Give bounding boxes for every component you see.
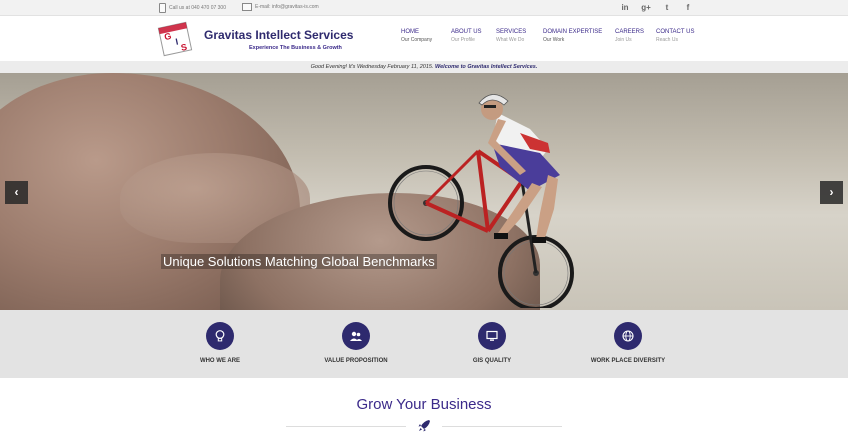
email-icon — [242, 3, 252, 11]
nav-home-sub: Our Company — [401, 37, 433, 43]
feature-label: VALUE PROPOSITION — [324, 358, 388, 364]
feature-label: GIS QUALITY — [472, 358, 512, 364]
nav-careers-sub: Join Us — [615, 37, 632, 43]
linkedin-icon[interactable]: in — [619, 2, 631, 13]
slider-next-button[interactable]: › — [820, 181, 843, 204]
feature-who-we-are[interactable]: WHO WE ARE — [165, 322, 275, 364]
nav-domain-expertise-sub: Our Work — [543, 37, 565, 43]
lightbulb-icon — [206, 322, 234, 350]
nav-home-label: HOME — [401, 29, 419, 35]
nav-contact-label: CONTACT US — [656, 29, 695, 35]
brand-name[interactable]: Gravitas Intellect Services — [204, 28, 353, 42]
greeting-text: Good Evening! It's Wednesday February 11… — [310, 64, 434, 70]
site-header: G I S Gravitas Intellect Services Experi… — [0, 16, 848, 61]
feature-gis-quality[interactable]: GIS QUALITY — [437, 322, 547, 364]
nav-services-sub: What We Do — [496, 37, 525, 43]
cyclist-image — [388, 94, 574, 308]
top-bar: Call us at 040 470 07 300 E-mail: info@g… — [0, 0, 848, 16]
nav-about-label: ABOUT US — [451, 29, 482, 35]
hero-caption: Unique Solutions Matching Global Benchma… — [161, 254, 437, 269]
divider — [442, 426, 562, 427]
feature-value-proposition[interactable]: VALUE PROPOSITION — [301, 322, 411, 364]
nav-services-label: SERVICES — [496, 29, 527, 35]
hero-slider: Unique Solutions Matching Global Benchma… — [0, 73, 848, 310]
nav-about-sub: Our Profile — [451, 37, 475, 43]
nav-home[interactable]: HOME Our Company — [401, 29, 432, 43]
rocket-icon — [418, 420, 430, 432]
nav-domain-expertise[interactable]: DOMAIN EXPERTISE Our Work — [543, 29, 602, 43]
twitter-icon[interactable]: t — [661, 2, 673, 13]
users-icon — [342, 322, 370, 350]
facebook-icon[interactable]: f — [682, 2, 694, 13]
phone-label: Call us at 040 470 07 300 — [169, 5, 226, 11]
googleplus-icon[interactable]: g+ — [640, 2, 652, 13]
feature-label: WHO WE ARE — [199, 358, 241, 364]
slider-prev-button[interactable]: ‹ — [5, 181, 28, 204]
features-strip: WHO WE ARE VALUE PROPOSITION GIS QUALITY… — [0, 310, 848, 378]
welcome-text: Welcome to Gravitas Intellect Services. — [435, 64, 538, 70]
nav-domain-expertise-label: DOMAIN EXPERTISE — [543, 29, 603, 35]
feature-work-place-diversity[interactable]: WORK PLACE DIVERSITY — [573, 322, 683, 364]
email-contact[interactable]: E-mail: info@gravitas-is.com — [242, 3, 319, 11]
globe-icon — [614, 322, 642, 350]
phone-icon — [159, 3, 166, 13]
greeting-bar: Good Evening! It's Wednesday February 11… — [0, 61, 848, 73]
gis-logo[interactable]: G I S — [155, 19, 195, 59]
brand-tagline: Experience The Business & Growth — [249, 45, 342, 51]
nav-careers-label: CAREERS — [615, 29, 645, 35]
nav-contact-sub: Reach Us — [656, 37, 678, 43]
monitor-icon — [478, 322, 506, 350]
nav-about[interactable]: ABOUT US Our Profile — [451, 29, 482, 43]
nav-services[interactable]: SERVICES What We Do — [496, 29, 526, 43]
phone-contact: Call us at 040 470 07 300 — [159, 3, 226, 13]
email-label[interactable]: E-mail: info@gravitas-is.com — [255, 4, 319, 10]
social-links: in g+ t f — [619, 2, 694, 13]
grow-title: Grow Your Business — [356, 396, 492, 413]
nav-contact[interactable]: CONTACT US Reach Us — [656, 29, 694, 43]
nav-careers[interactable]: CAREERS Join Us — [615, 29, 644, 43]
divider — [286, 426, 406, 427]
feature-label: WORK PLACE DIVERSITY — [590, 358, 666, 364]
